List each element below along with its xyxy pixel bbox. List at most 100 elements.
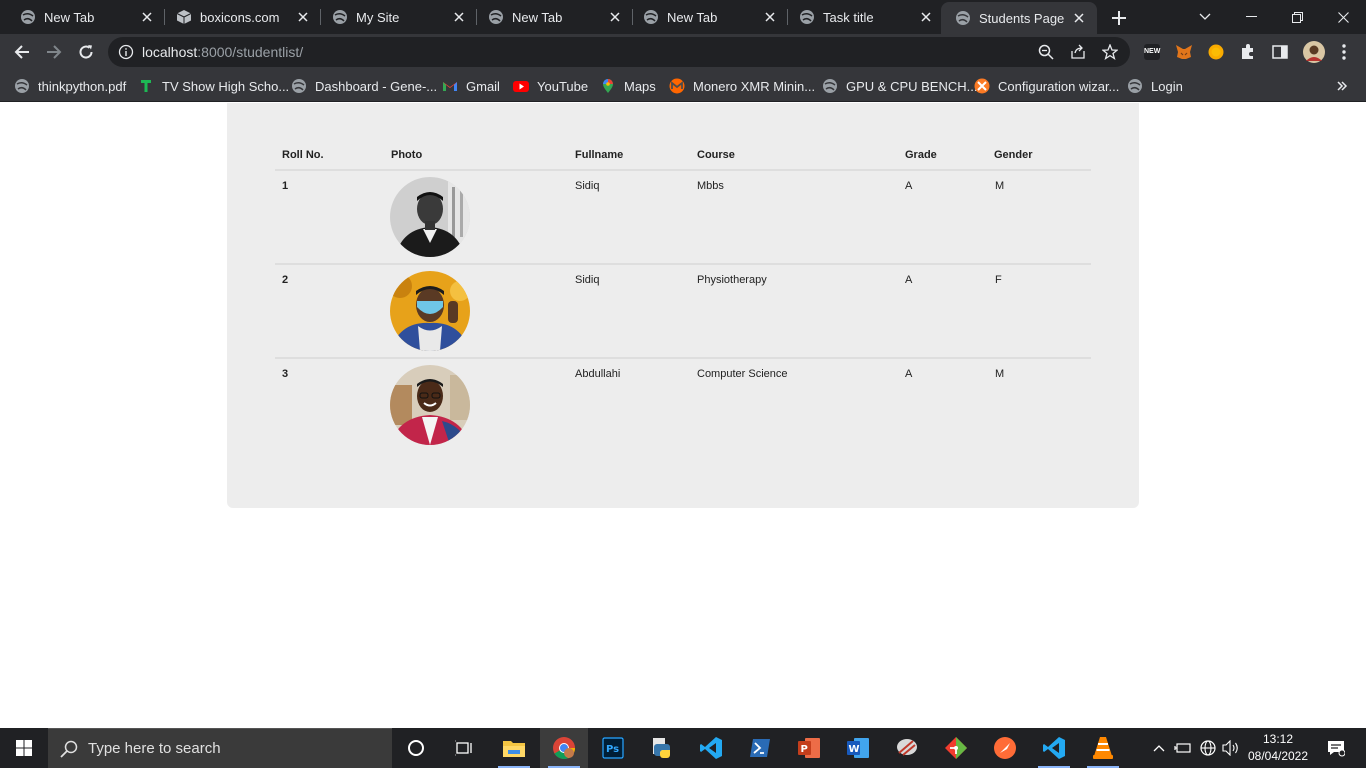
notifications-button[interactable] xyxy=(1318,728,1354,768)
bookmarks-overflow-button[interactable] xyxy=(1336,76,1348,96)
chrome-app[interactable] xyxy=(540,728,588,768)
git-app[interactable] xyxy=(932,728,980,768)
vlc-app[interactable] xyxy=(1079,728,1127,768)
taskbar-search[interactable]: Type here to search xyxy=(48,728,392,768)
tab-boxicons[interactable]: boxicons.com xyxy=(156,0,321,34)
close-tab-icon[interactable] xyxy=(139,9,155,25)
snipping-app[interactable] xyxy=(883,728,931,768)
bookmark-maps[interactable]: Maps xyxy=(600,76,656,96)
restore-button[interactable] xyxy=(1274,0,1320,34)
task-view-button[interactable] xyxy=(440,728,488,768)
extensions-icon[interactable] xyxy=(1239,43,1257,61)
cell-fullname: Abdullahi xyxy=(575,368,621,380)
zoom-icon[interactable] xyxy=(1038,44,1054,60)
bookmark-tv-show[interactable]: TV Show High Scho... xyxy=(138,76,289,96)
vscode-app-2[interactable] xyxy=(1030,728,1078,768)
coin-extension-icon[interactable] xyxy=(1207,43,1225,61)
forward-button[interactable] xyxy=(42,40,66,64)
clock-time: 13:12 xyxy=(1262,732,1294,746)
word-app[interactable]: W xyxy=(834,728,882,768)
bookmark-label: YouTube xyxy=(537,78,589,94)
tab-title: My Site xyxy=(356,9,400,25)
tab-title: Task title xyxy=(823,9,874,25)
maps-icon xyxy=(603,79,613,93)
close-tab-icon[interactable] xyxy=(295,9,311,25)
postman-app[interactable] xyxy=(981,728,1029,768)
tab-title: New Tab xyxy=(667,9,718,25)
share-icon[interactable] xyxy=(1070,44,1086,60)
file-explorer-app[interactable] xyxy=(490,728,538,768)
info-icon[interactable] xyxy=(118,44,134,60)
bookmark-configuration[interactable]: Configuration wizar... xyxy=(974,76,1119,96)
cortana-button[interactable] xyxy=(392,728,440,768)
table-row: 1 Sidiq Mbbs A M xyxy=(275,171,1091,265)
cell-course: Mbbs xyxy=(697,180,724,192)
minimize-icon xyxy=(1245,16,1257,17)
star-icon[interactable] xyxy=(1102,44,1118,60)
browser-toolbar: localhost:8000/studentlist/ NEW xyxy=(0,34,1366,70)
side-panel-icon[interactable] xyxy=(1271,43,1289,61)
bookmark-dashboard[interactable]: Dashboard - Gene-... xyxy=(291,76,437,96)
minimize-button[interactable] xyxy=(1228,0,1274,34)
powershell-app[interactable] xyxy=(736,728,784,768)
arrow-left-icon xyxy=(14,45,29,59)
search-placeholder: Type here to search xyxy=(88,740,221,757)
show-hidden-icons-button[interactable] xyxy=(1150,728,1168,768)
chevron-up-icon xyxy=(1153,745,1165,752)
tab-search-button[interactable] xyxy=(1182,0,1228,34)
volume-tray-button[interactable] xyxy=(1220,728,1242,768)
bookmark-label: GPU & CPU BENCH... xyxy=(846,78,978,94)
restore-icon xyxy=(1291,11,1303,23)
python-app[interactable] xyxy=(638,728,686,768)
tab-title: boxicons.com xyxy=(200,9,280,25)
bookmark-gpu-cpu[interactable]: GPU & CPU BENCH... xyxy=(822,76,977,96)
header-gender: Gender xyxy=(994,149,1033,161)
new-tab-button[interactable] xyxy=(1108,7,1130,29)
vscode-app-1[interactable] xyxy=(687,728,735,768)
menu-button[interactable] xyxy=(1335,43,1353,61)
extension-new-icon[interactable]: NEW xyxy=(1143,43,1161,61)
search-icon xyxy=(60,740,78,758)
close-tab-icon[interactable] xyxy=(1071,10,1087,26)
back-button[interactable] xyxy=(10,40,34,64)
battery-tray-button[interactable] xyxy=(1172,728,1194,768)
close-tab-icon[interactable] xyxy=(451,9,467,25)
close-tab-icon[interactable] xyxy=(918,9,934,25)
reload-button[interactable] xyxy=(74,40,98,64)
tab-new-tab-3[interactable]: New Tab xyxy=(623,0,788,34)
bookmark-youtube[interactable]: YouTube xyxy=(513,76,588,96)
close-icon xyxy=(1337,11,1349,23)
tab-new-tab-1[interactable]: New Tab xyxy=(0,0,165,34)
tab-my-site[interactable]: My Site xyxy=(312,0,477,34)
close-tab-icon[interactable] xyxy=(607,9,623,25)
cortana-icon xyxy=(408,740,424,756)
powerpoint-app[interactable]: P xyxy=(785,728,833,768)
globe-icon xyxy=(800,10,814,24)
tab-task-title[interactable]: Task title xyxy=(779,0,944,34)
bookmark-monero[interactable]: Monero XMR Minin... xyxy=(669,76,815,96)
bookmark-login[interactable]: Login xyxy=(1127,76,1183,96)
battery-icon xyxy=(1174,743,1191,753)
close-tab-icon[interactable] xyxy=(762,9,778,25)
tab-new-tab-2[interactable]: New Tab xyxy=(468,0,633,34)
bookmark-gmail[interactable]: Gmail xyxy=(442,76,500,96)
vscode-icon xyxy=(1043,737,1065,759)
taskbar-clock[interactable]: 13:12 08/04/2022 xyxy=(1242,731,1314,765)
table-row: 3 Abdullahi Computer Science A M xyxy=(275,359,1091,453)
chevron-down-icon xyxy=(1199,13,1211,20)
close-window-button[interactable] xyxy=(1320,0,1366,34)
bookmark-thinkpython[interactable]: thinkpython.pdf xyxy=(14,76,126,96)
tab-students-page[interactable]: Students Page xyxy=(941,2,1097,34)
metamask-icon[interactable] xyxy=(1175,43,1193,61)
profile-avatar[interactable] xyxy=(1303,41,1325,63)
address-bar[interactable]: localhost:8000/studentlist/ xyxy=(108,37,1130,67)
start-button[interactable] xyxy=(0,728,48,768)
photoshop-app[interactable]: Ps xyxy=(589,728,637,768)
windows-taskbar: Type here to search Ps P W 13:12 08/04/2… xyxy=(0,728,1366,768)
globe-icon xyxy=(15,79,29,93)
cell-course: Physiotherapy xyxy=(697,274,767,286)
word-icon: W xyxy=(847,738,869,758)
bookmark-label: thinkpython.pdf xyxy=(38,78,127,94)
network-tray-button[interactable] xyxy=(1197,728,1219,768)
globe-icon xyxy=(1128,79,1142,93)
